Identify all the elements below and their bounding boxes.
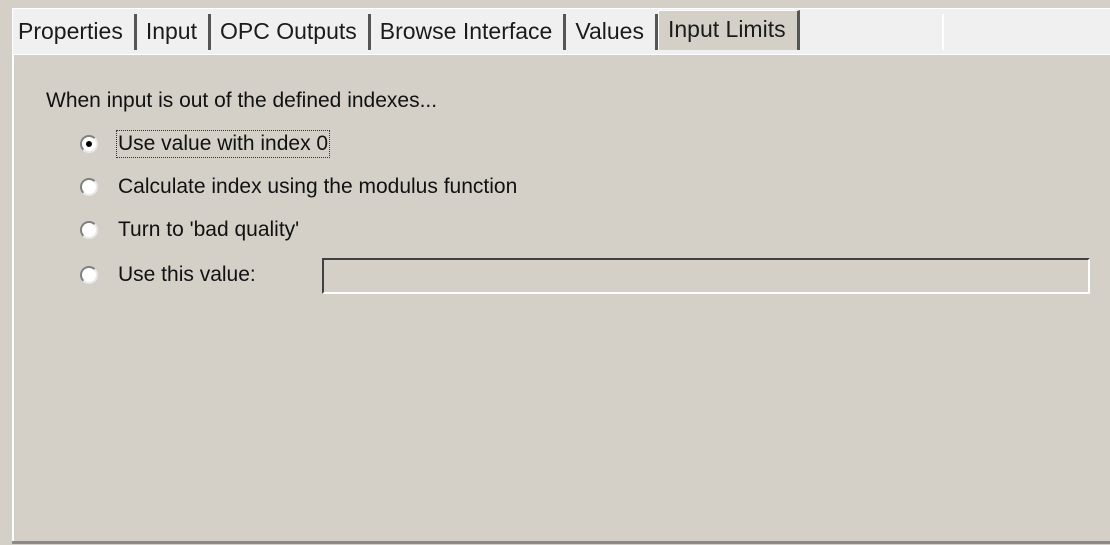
input-limits-heading: When input is out of the defined indexes…	[46, 89, 438, 112]
option-use-this-value-label: Use this value:	[118, 263, 256, 286]
radio-calculate-modulus[interactable]	[80, 178, 98, 196]
custom-value-input[interactable]	[322, 258, 1090, 294]
radio-use-this-value[interactable]	[80, 266, 98, 284]
dialog-bottom-edge	[12, 541, 1110, 544]
tab-properties[interactable]: Properties	[18, 14, 137, 50]
tab-bar: Properties Input OPC Outputs Browse Inte…	[18, 10, 800, 52]
tab-strip-empty-area	[942, 14, 1110, 50]
option-use-index-0-label: Use value with index 0	[115, 130, 331, 158]
tab-input[interactable]: Input	[136, 14, 211, 50]
option-calculate-modulus-label: Calculate index using the modulus functi…	[118, 175, 518, 198]
option-bad-quality[interactable]: Turn to 'bad quality'	[80, 215, 299, 245]
option-calculate-modulus[interactable]: Calculate index using the modulus functi…	[80, 172, 517, 202]
tab-input-limits[interactable]: Input Limits	[657, 10, 800, 50]
radio-use-index-0[interactable]	[80, 135, 98, 153]
tab-opc-outputs[interactable]: OPC Outputs	[210, 14, 371, 50]
tab-values[interactable]: Values	[566, 14, 658, 50]
option-use-index-0[interactable]: Use value with index 0	[80, 129, 331, 159]
radio-selected-dot	[86, 141, 92, 147]
input-limits-dialog: Properties Input OPC Outputs Browse Inte…	[0, 0, 1110, 545]
option-bad-quality-label: Turn to 'bad quality'	[118, 218, 300, 241]
radio-bad-quality[interactable]	[80, 221, 98, 239]
tab-browse-interface[interactable]: Browse Interface	[370, 14, 567, 50]
option-use-this-value[interactable]: Use this value:	[80, 260, 256, 290]
input-limits-tab-page: When input is out of the defined indexes…	[12, 54, 1110, 543]
